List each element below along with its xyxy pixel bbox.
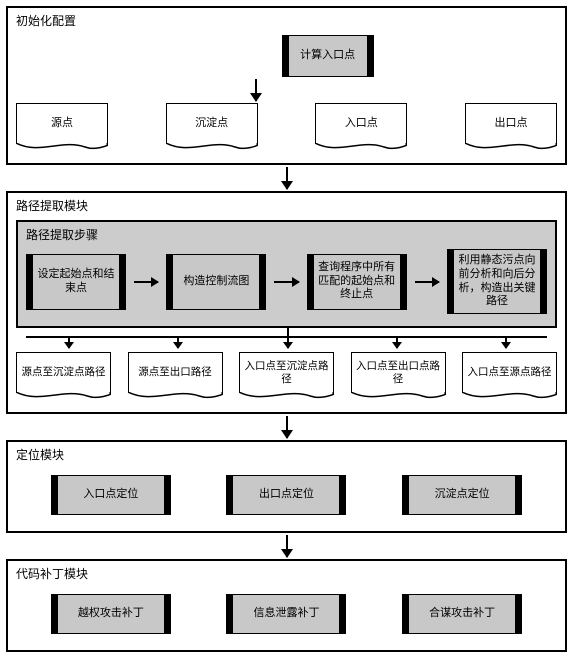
patch-title: 代码补丁模块 [16, 565, 557, 582]
arrow-icon [134, 281, 158, 283]
locate-exit: 出口点定位 [226, 475, 346, 515]
path-doc-2: 源点至出口路径 [128, 352, 223, 402]
extract-steps-box: 路径提取步骤 设定起始点和结束点 构造控制流图 查询程序中所有匹配的起始点和终止… [16, 220, 557, 328]
arrow-icon [274, 281, 298, 283]
doc-sink: 沉淀点 [166, 103, 258, 153]
step-1: 设定起始点和结束点 [26, 254, 126, 310]
step-2: 构造控制流图 [166, 254, 266, 310]
extract-section: 路径提取模块 路径提取步骤 设定起始点和结束点 构造控制流图 查询程序中所有匹配… [6, 191, 567, 414]
arrow-icon [286, 416, 288, 438]
arrow-icon [286, 535, 288, 557]
path-doc-1: 源点至沉淀点路径 [16, 352, 111, 402]
init-docs-row: 源点 沉淀点 入口点 出口点 [16, 103, 557, 153]
locate-section: 定位模块 入口点定位 出口点定位 沉淀点定位 [6, 440, 567, 533]
patch-section: 代码补丁模块 越权攻击补丁 信息泄露补丁 合谋攻击补丁 [6, 559, 567, 652]
path-doc-4: 入口点至出口点路径 [351, 352, 446, 402]
patch-priv: 越权攻击补丁 [51, 594, 171, 634]
doc-exit: 出口点 [465, 103, 557, 153]
init-section: 初始化配置 计算入口点 源点 沉淀点 入口点 出口点 [6, 6, 567, 165]
step-3: 查询程序中所有匹配的起始点和终止点 [307, 254, 407, 310]
arrow-icon [286, 167, 288, 189]
doc-entry: 入口点 [315, 103, 407, 153]
compute-entry-proc: 计算入口点 [282, 35, 374, 77]
extract-outputs-row: 源点至沉淀点路径 源点至出口路径 入口点至沉淀点路径 入口点至出口点路径 入口点… [16, 352, 557, 402]
path-doc-5: 入口点至源点路径 [462, 352, 557, 402]
doc-source: 源点 [16, 103, 108, 153]
extract-title: 路径提取模块 [16, 197, 557, 214]
init-title: 初始化配置 [16, 12, 557, 29]
step-4: 利用静态污点向前分析和向后分析，构造出关键路径 [447, 249, 547, 314]
compute-entry-label: 计算入口点 [300, 49, 355, 63]
locate-title: 定位模块 [16, 446, 557, 463]
patch-collusion: 合谋攻击补丁 [402, 594, 522, 634]
extract-steps-title: 路径提取步骤 [26, 226, 547, 243]
patch-leak: 信息泄露补丁 [226, 594, 346, 634]
arrow-icon [255, 79, 257, 101]
locate-entry: 入口点定位 [51, 475, 171, 515]
extract-steps-row: 设定起始点和结束点 构造控制流图 查询程序中所有匹配的起始点和终止点 利用静态污… [26, 249, 547, 314]
arrow-icon [415, 281, 439, 283]
path-doc-3: 入口点至沉淀点路径 [239, 352, 334, 402]
fanout-line [26, 336, 547, 346]
locate-sink: 沉淀点定位 [402, 475, 522, 515]
